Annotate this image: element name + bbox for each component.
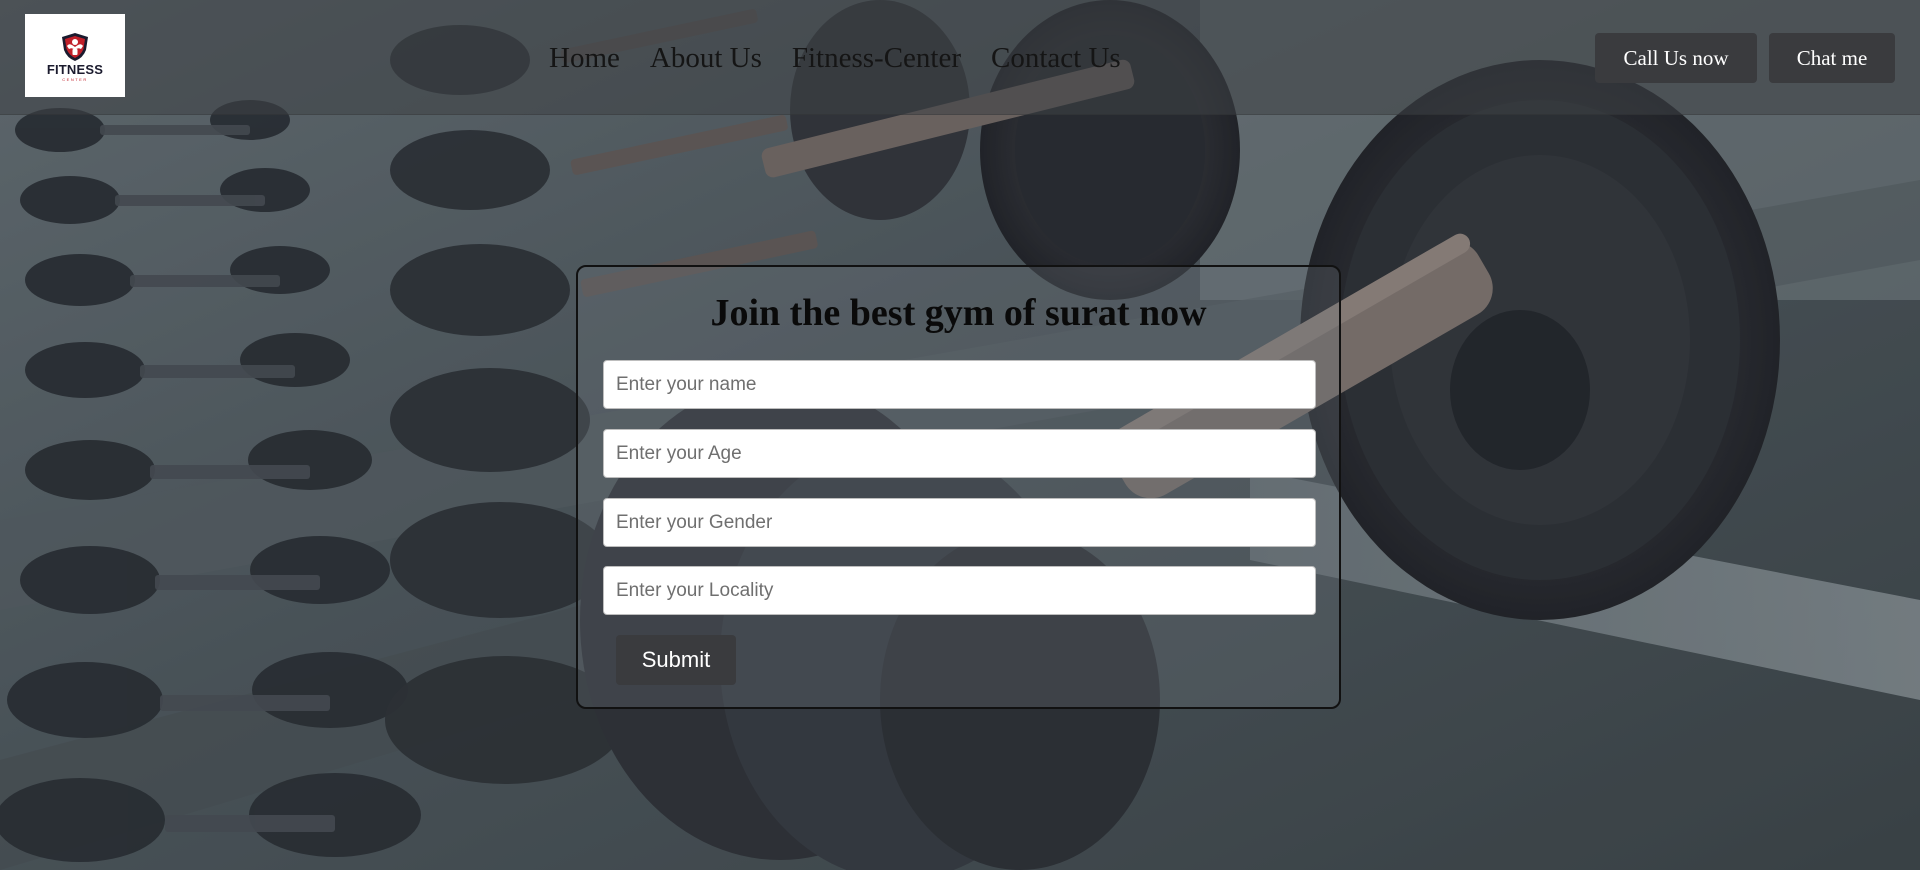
form-title: Join the best gym of surat now [710, 292, 1207, 334]
brand-logo[interactable]: FITNESS CENTER [25, 14, 125, 97]
nav-link-home[interactable]: Home [549, 38, 620, 78]
gender-input[interactable] [603, 498, 1316, 547]
locality-input[interactable] [603, 566, 1316, 615]
nav-link-contact-us[interactable]: Contact Us [991, 38, 1121, 78]
call-us-button[interactable]: Call Us now [1595, 33, 1757, 83]
name-input[interactable] [603, 360, 1316, 409]
nav-link-about-us[interactable]: About Us [650, 38, 762, 78]
main-nav: Home About Us Fitness-Center Contact Us [549, 38, 1121, 78]
age-input[interactable] [603, 429, 1316, 478]
chat-me-button[interactable]: Chat me [1769, 33, 1895, 83]
logo-subtext: CENTER [62, 76, 88, 82]
muscle-shield-icon [62, 32, 88, 61]
submit-button[interactable]: Submit [616, 635, 736, 685]
nav-link-fitness-center[interactable]: Fitness-Center [792, 38, 961, 78]
top-navbar: FITNESS CENTER Home About Us Fitness-Cen… [0, 0, 1920, 115]
logo-text: FITNESS [46, 61, 104, 77]
join-form: Join the best gym of surat now Submit [576, 265, 1341, 709]
